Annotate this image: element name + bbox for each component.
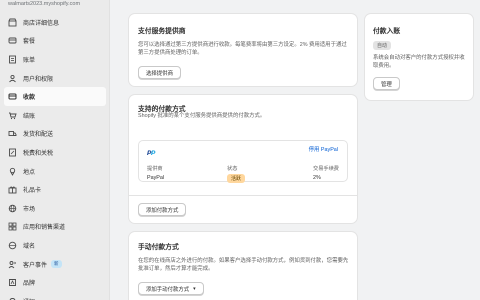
sidebar-item[interactable]: 通知 [4,292,106,300]
settings-nav: 商店详细信息 套餐账单用户和权限收款结账发货和配送税费和关税地点礼品卡市场应用和销… [4,13,106,300]
sidebar-item-label: 商店详细信息 [23,20,60,27]
store-url: walmarts2023.myshopify.com [8,1,81,7]
brand-icon [8,278,17,287]
sidebar-item-label: 市场 [23,206,36,213]
plan-icon [8,36,17,45]
supported-methods-description: Shopify 批准的某个支付服务提供商提供的付款方式。 [138,113,266,119]
sidebar-item-label: 套餐 [23,39,36,46]
third-party-description: 您可以选择通过第三方提供商进行收款。每笔费率将由第三方设定。2% 费用适用于通过… [138,42,347,56]
sidebar-item-label: 品牌 [23,281,36,288]
settings-sidebar: walmarts2023.myshopify.com 商店详细信息 套餐账单用户和… [0,0,110,300]
location-icon [8,167,17,176]
column-fee: 交易手续费 [313,166,339,172]
deactivate-paypal-link[interactable]: 停用 PayPal [309,145,338,153]
sidebar-item[interactable]: 套餐 [4,32,106,51]
gift-card-icon [8,185,17,194]
payment-capture-card: 付款入账 自动 系统会自动对客户的付款方式授权并收取费用。 管理 [365,14,473,100]
sidebar-item-label: 礼品卡 [23,188,42,195]
supported-methods-card: 支持的付款方式 Shopify 批准的某个支付服务提供商提供的付款方式。 PP … [129,95,357,223]
checkout-icon [8,111,17,120]
add-manual-method-label: 添加手动付款方式 [146,286,190,293]
sidebar-item[interactable]: 商店详细信息 [4,13,106,32]
row-fee: 2% [313,175,321,181]
sidebar-item[interactable]: 用户和权限 [4,69,106,88]
paypal-provider-box: PP 停用 PayPal 提供商 状态 交易手续费 PayPal 活跃 2% [138,140,348,183]
payment-capture-title: 付款入账 [373,28,401,35]
add-payment-method-button[interactable]: 添加付款方式 [138,203,187,216]
sidebar-item-label: 账单 [23,57,36,64]
sidebar-item[interactable]: 市场 [4,199,106,218]
payment-capture-description: 系统会自动对客户的付款方式授权并收取费用。 [373,55,465,69]
sidebar-item[interactable]: 账单 [4,50,106,69]
apps-icon [8,222,17,231]
manual-methods-description: 在您的在线商店之外进行的付款。如果客户选择手动付款方式，例如货到付款，您需要先批… [138,258,349,272]
manage-button[interactable]: 管理 [373,77,400,90]
sidebar-item-label: 税费和关税 [23,150,54,157]
sidebar-item[interactable]: 地点 [4,162,106,181]
store-icon [8,18,17,27]
column-status: 状态 [227,166,238,172]
sidebar-item-label: 客户事件 [23,262,48,269]
third-party-title: 支付服务提供商 [138,28,186,35]
new-badge: 新 [51,260,62,269]
sidebar-item[interactable]: 应用和销售渠道 [4,218,106,237]
row-provider: PayPal [147,175,165,181]
sidebar-item[interactable]: 发货和配送 [4,125,106,144]
manual-methods-title: 手动付款方式 [138,244,179,251]
sidebar-item-label: 结账 [23,113,36,120]
add-manual-method-button[interactable]: 添加手动付款方式 ▾ [138,282,204,295]
domains-icon [8,241,17,250]
billing-icon [8,55,17,64]
sidebar-item[interactable]: 结账 [4,106,106,125]
column-provider: 提供商 [147,166,163,172]
sidebar-item-label: 应用和销售渠道 [23,225,66,232]
taxes-icon [8,148,17,157]
sidebar-item-label: 地点 [23,169,36,176]
chevron-down-icon: ▾ [193,285,196,292]
third-party-card: 支付服务提供商 您可以选择通过第三方提供商进行收款。每笔费率将由第三方设定。2%… [129,14,357,86]
sidebar-item-label: 发货和配送 [23,132,54,139]
users-icon [8,74,17,83]
manual-methods-card: 手动付款方式 在您的在线商店之外进行的付款。如果客户选择手动付款方式，例如货到付… [129,232,357,300]
sidebar-item-label: 用户和权限 [23,76,54,83]
status-badge: 活跃 [227,174,246,183]
sidebar-item-label: 域名 [23,243,36,250]
capture-status-badge: 自动 [373,41,392,50]
card-divider [129,195,357,196]
sidebar-item[interactable]: 收款 [4,87,106,106]
choose-provider-button[interactable]: 选择提供商 [138,66,181,79]
sidebar-item[interactable]: 税费和关税 [4,143,106,162]
paypal-logo-icon: PP [147,150,156,156]
paypal-logo: PP [147,149,167,156]
svg-text:P: P [151,150,156,156]
sidebar-item[interactable]: 域名 [4,236,106,255]
sidebar-item[interactable]: 礼品卡 [4,180,106,199]
payments-icon [8,92,17,101]
customer-events-icon [8,260,17,269]
shipping-icon [8,129,17,138]
sidebar-item-label: 收款 [23,95,36,102]
sidebar-item[interactable]: 品牌 [4,273,106,292]
sidebar-item[interactable]: 客户事件新 [4,255,106,274]
markets-icon [8,204,17,213]
